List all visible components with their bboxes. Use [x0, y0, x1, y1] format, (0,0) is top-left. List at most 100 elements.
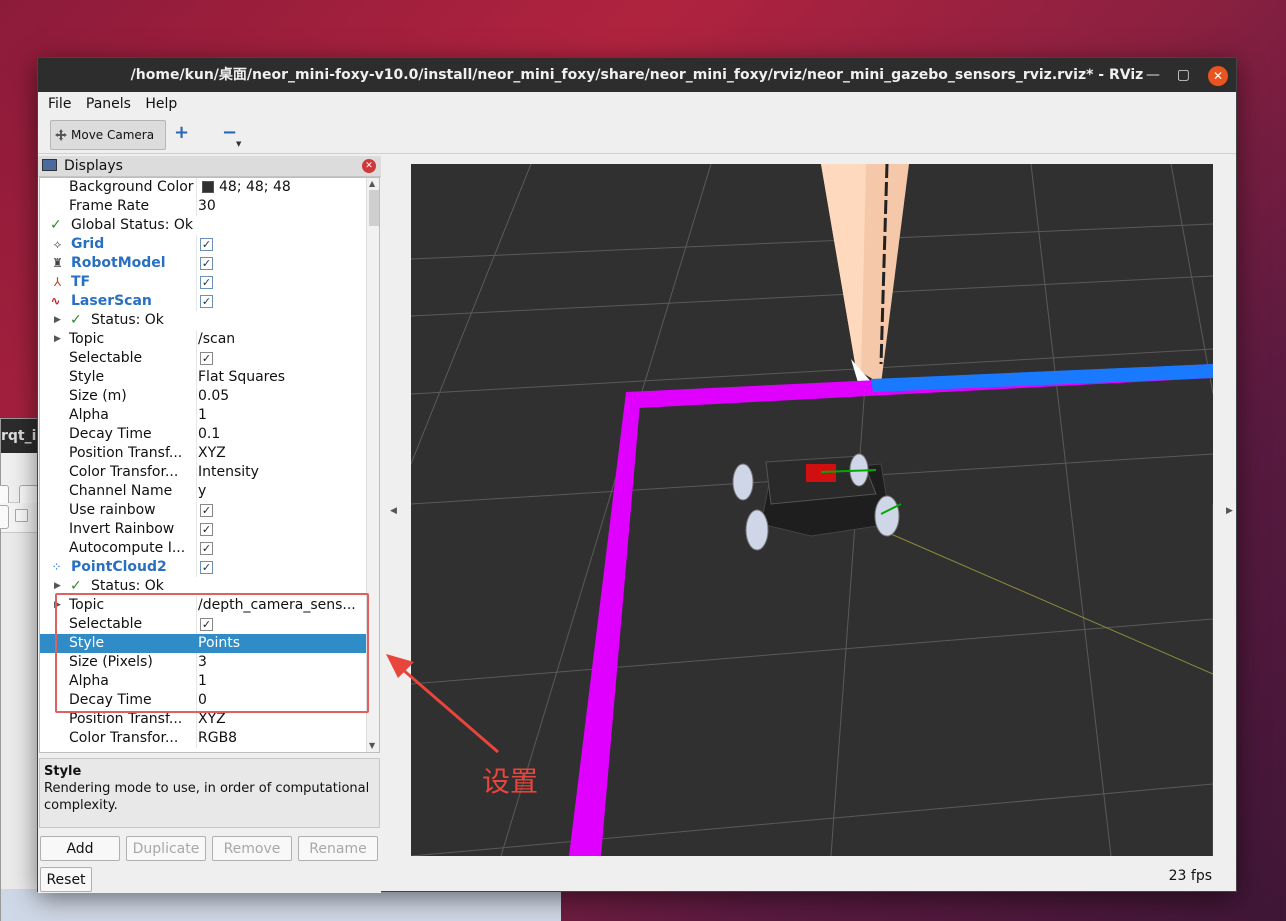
property-row[interactable]: Color Transfor... Intensity	[40, 463, 366, 482]
property-checkbox[interactable]: ✓	[200, 504, 213, 517]
property-name: Selectable	[69, 350, 143, 366]
display-grid[interactable]: ⟡ Grid ✓	[40, 235, 366, 254]
display-name: PointCloud2	[71, 559, 167, 575]
property-name: Alpha	[69, 407, 109, 423]
close-icon[interactable]: ✕	[1208, 66, 1228, 86]
property-row[interactable]: Channel Name y	[40, 482, 366, 501]
property-value: Intensity	[198, 464, 259, 480]
background-scene-strip	[1, 889, 561, 921]
annotation-arrow-icon	[386, 654, 499, 754]
enable-checkbox[interactable]: ✓	[200, 257, 213, 270]
close-panel-icon[interactable]: ✕	[362, 159, 376, 173]
scene-svg	[411, 164, 1213, 856]
property-row[interactable]: Decay Time 0.1	[40, 425, 366, 444]
robot-model	[732, 453, 902, 551]
axes-icon: ⅄	[53, 275, 62, 289]
axis-line	[890, 533, 1213, 675]
grid-icon: ⟡	[53, 237, 62, 251]
displays-panel: Displays ✕ Background Color 48; 48; 48 F…	[38, 156, 381, 893]
property-checkbox[interactable]: ✓	[200, 352, 213, 365]
property-name: Use rainbow	[69, 502, 156, 518]
enable-checkbox[interactable]: ✓	[200, 295, 213, 308]
displays-header: Displays ✕	[38, 156, 381, 177]
display-laserscan[interactable]: ∿ LaserScan ✓	[40, 292, 366, 311]
property-name: Channel Name	[69, 483, 173, 499]
scrollbar-thumb[interactable]	[369, 190, 379, 226]
property-row[interactable]: Alpha 1	[40, 406, 366, 425]
annotation-label: 设置	[482, 765, 539, 798]
display-robotmodel[interactable]: ♜ RobotModel ✓	[40, 254, 366, 273]
status-row[interactable]: ▶ ✓ Status: Ok	[40, 311, 366, 330]
render-viewport[interactable]	[411, 164, 1213, 856]
enable-checkbox[interactable]: ✓	[200, 276, 213, 289]
rviz-window: /home/kun/桌面/neor_mini-foxy-v10.0/instal…	[37, 57, 1237, 893]
expand-arrow-icon[interactable]: ▶	[54, 330, 61, 349]
monitor-icon	[42, 159, 57, 171]
scroll-up-icon[interactable]: ▲	[369, 179, 375, 188]
property-row[interactable]: Background Color 48; 48; 48	[40, 178, 366, 197]
enable-checkbox[interactable]: ✓	[200, 561, 213, 574]
property-row[interactable]: Invert Rainbow ✓	[40, 520, 366, 539]
reset-button[interactable]: Reset	[40, 867, 92, 892]
checkmark-icon: ✓	[70, 312, 82, 328]
property-name: Size (m)	[69, 388, 127, 404]
expand-arrow-icon[interactable]: ▶	[54, 311, 61, 330]
minimize-icon[interactable]: —	[1146, 58, 1160, 92]
fps-label: 23 fps	[1168, 868, 1212, 884]
display-name: Grid	[71, 236, 105, 252]
property-name: Global Status: Ok	[71, 217, 194, 233]
chevron-down-icon[interactable]: ▼	[236, 140, 241, 148]
property-row[interactable]: Style Flat Squares	[40, 368, 366, 387]
property-name: Topic	[69, 331, 105, 347]
property-row[interactable]: Use rainbow ✓	[40, 501, 366, 520]
collapse-left-icon[interactable]: ◀	[390, 506, 397, 516]
menu-file[interactable]: File	[48, 92, 71, 112]
menu-panels[interactable]: Panels	[86, 92, 131, 112]
property-row[interactable]: Autocompute I... ✓	[40, 539, 366, 558]
menu-help[interactable]: Help	[145, 92, 177, 112]
add-button[interactable]: Add	[40, 836, 120, 861]
property-row[interactable]: ▶ Topic /scan	[40, 330, 366, 349]
robot-icon: ♜	[52, 256, 63, 270]
move-camera-label: Move Camera	[71, 128, 155, 142]
display-name: LaserScan	[71, 293, 152, 309]
maximize-icon[interactable]: ▢	[1177, 58, 1190, 92]
annotation-highlight-box	[55, 593, 369, 713]
scroll-down-icon[interactable]: ▼	[369, 741, 375, 750]
laser-icon: ∿	[50, 294, 61, 308]
pointcloud-wall-face	[821, 164, 866, 374]
property-checkbox[interactable]: ✓	[200, 542, 213, 555]
property-checkbox[interactable]: ✓	[200, 523, 213, 536]
description-text: Rendering mode to use, in order of compu…	[44, 781, 370, 813]
remove-tool-icon[interactable]: −	[222, 122, 237, 143]
collapse-right-icon[interactable]: ▶	[1226, 506, 1233, 516]
rename-button[interactable]: Rename	[298, 836, 378, 861]
property-value: 0.1	[198, 426, 221, 442]
property-name: Decay Time	[69, 426, 152, 442]
display-pointcloud2[interactable]: ⁘ PointCloud2 ✓	[40, 558, 366, 577]
property-value: Flat Squares	[198, 369, 286, 385]
property-row[interactable]: Size (m) 0.05	[40, 387, 366, 406]
property-row[interactable]: Selectable ✓	[40, 349, 366, 368]
property-row[interactable]: Position Transf... XYZ	[40, 444, 366, 463]
property-row[interactable]: Color Transfor... RGB8	[40, 729, 366, 748]
display-tf[interactable]: ⅄ TF ✓	[40, 273, 366, 292]
displays-title: Displays	[64, 158, 123, 174]
property-value: /scan	[198, 331, 236, 347]
move-camera-button[interactable]: Move Camera	[50, 120, 166, 150]
move-camera-icon	[55, 129, 67, 141]
property-value: RGB8	[198, 730, 238, 746]
global-status-row[interactable]: ✓ Global Status: Ok	[40, 216, 366, 235]
remove-button[interactable]: Remove	[212, 836, 292, 861]
property-row[interactable]: Frame Rate 30	[40, 197, 366, 216]
pointcloud-icon: ⁘	[51, 560, 62, 574]
laser-scan-blue	[871, 364, 1213, 392]
duplicate-button[interactable]: Duplicate	[126, 836, 206, 861]
property-name: Frame Rate	[69, 198, 150, 214]
add-tool-icon[interactable]: +	[174, 122, 189, 143]
enable-checkbox[interactable]: ✓	[200, 238, 213, 251]
color-swatch[interactable]	[202, 181, 214, 193]
property-name: Background Color	[69, 179, 194, 195]
display-name: RobotModel	[71, 255, 166, 271]
display-name: TF	[71, 274, 91, 290]
